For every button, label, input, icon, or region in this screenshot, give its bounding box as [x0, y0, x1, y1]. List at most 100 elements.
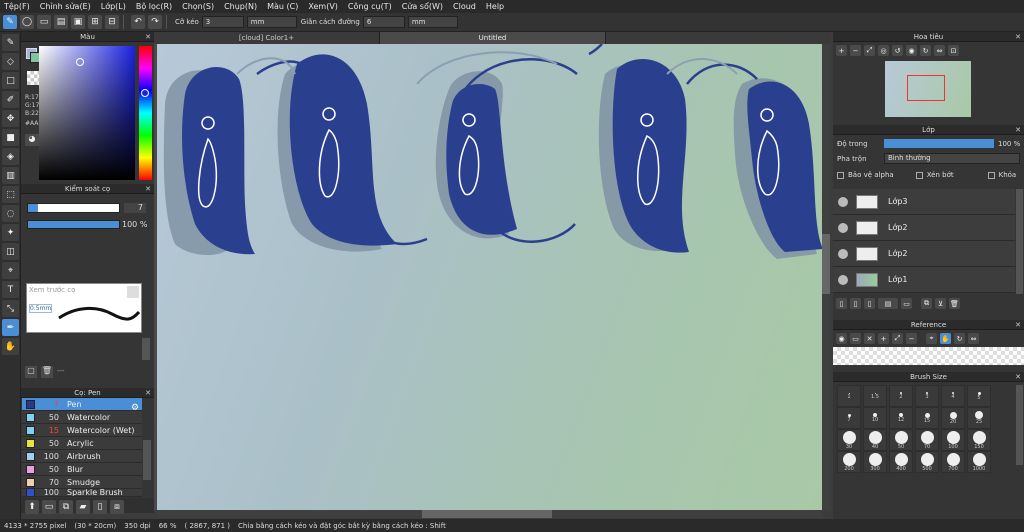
brush-control-scrollbar[interactable] [142, 338, 150, 360]
menu-cloud[interactable]: Cloud [453, 2, 476, 11]
reference-view[interactable] [833, 347, 1024, 365]
grid-icon[interactable]: ⊟ [105, 15, 119, 29]
brush-size-cell[interactable]: 200 [837, 451, 861, 473]
brush-size-cell[interactable]: 10 [863, 407, 887, 429]
brush-add-icon[interactable]: ⬆ [25, 500, 39, 514]
new-layer-icon[interactable]: ▯ [836, 298, 847, 309]
brush-item-watercolor-wet[interactable]: 15 Watercolor (Wet) [22, 424, 142, 437]
brush-size-cell[interactable]: 500 [915, 451, 939, 473]
brush-size-cell[interactable]: 1 [837, 385, 861, 407]
brush-icon[interactable]: ✎ [2, 34, 19, 51]
layer-row-2b[interactable]: Lớp2 [833, 241, 1015, 267]
brush-list-scrollbar[interactable] [143, 440, 151, 480]
rect-icon[interactable]: ■ [2, 129, 19, 146]
select-icon[interactable]: □ [2, 72, 19, 89]
new-layer-3-icon[interactable]: ▯ [864, 298, 875, 309]
brush-size-cell[interactable]: 400 [889, 451, 913, 473]
zoom-out-icon[interactable]: − [850, 45, 861, 56]
rotate-right-icon[interactable]: ↻ [920, 45, 931, 56]
brush-size-cell[interactable]: 30 [837, 429, 861, 451]
menu-window[interactable]: Cửa sổ(W) [402, 2, 443, 11]
redo-icon[interactable]: ↷ [148, 15, 162, 29]
color-field[interactable] [39, 46, 135, 180]
brush-size-scrollbar[interactable] [1016, 385, 1023, 465]
menu-view[interactable]: Xem(V) [308, 2, 338, 11]
menu-edit[interactable]: Chỉnh sửa(E) [40, 2, 91, 11]
brush-size-cell[interactable]: 7 [837, 407, 861, 429]
eyedropper-icon[interactable]: ⌖ [2, 262, 19, 279]
close-icon[interactable]: ✕ [1015, 125, 1021, 135]
blend-select[interactable]: Bình thường [884, 153, 1020, 164]
brush-opacity-slider[interactable] [27, 220, 120, 229]
brush-size-cell[interactable]: 3 [915, 385, 939, 407]
brush-size-cell[interactable]: 100 [941, 429, 965, 451]
frame-icon[interactable]: ▣ [71, 15, 85, 29]
protect-alpha-checkbox[interactable] [837, 171, 844, 179]
layer-row-1[interactable]: Lớp1 [833, 267, 1015, 293]
brush-item-blur[interactable]: 50 Blur [22, 463, 142, 476]
ref-zoom-out-icon[interactable]: − [906, 333, 917, 344]
visibility-icon[interactable] [838, 248, 848, 259]
text-icon[interactable]: T [2, 281, 19, 298]
ref-fit-icon[interactable]: ⤢ [892, 333, 903, 344]
lock-checkbox[interactable] [987, 171, 995, 179]
hue-slider[interactable] [139, 46, 152, 180]
ref-close-icon[interactable]: ✕ [864, 333, 875, 344]
fill-icon[interactable]: ◈ [2, 148, 19, 165]
navigator-viewport[interactable] [907, 75, 945, 101]
zoom-in-icon[interactable]: + [836, 45, 847, 56]
fullscreen-icon[interactable]: ⊡ [948, 45, 959, 56]
brush-size-cell[interactable]: 40 [863, 429, 887, 451]
trash-icon[interactable]: 🗑 [41, 366, 53, 378]
visibility-icon[interactable] [838, 196, 848, 207]
lasso-icon[interactable]: ⬚ [2, 186, 19, 203]
brush-size-cell[interactable]: 300 [863, 451, 887, 473]
layer-row-3[interactable]: Lớp3 [833, 189, 1015, 215]
transform-icon[interactable]: ⤡ [2, 300, 19, 317]
new-layer-alt-icon[interactable]: ▯ [850, 298, 861, 309]
move-icon[interactable]: ✥ [2, 110, 19, 127]
brush-size-cell[interactable]: 2 [889, 385, 913, 407]
close-icon[interactable]: ✕ [145, 184, 151, 194]
select-eraser-icon[interactable]: ◫ [2, 243, 19, 260]
brush-item-acrylic[interactable]: 50 Acrylic [22, 437, 142, 450]
brush-item-sparkle[interactable]: 100 Sparkle Brush [22, 489, 142, 497]
magic-wand-icon[interactable]: ✦ [2, 224, 19, 241]
brush-size-cell[interactable]: 20 [941, 407, 965, 429]
ref-camera-icon[interactable]: ◉ [836, 333, 847, 344]
hand-icon[interactable]: ✋ [2, 338, 19, 355]
canvas-horizontal-thumb[interactable] [422, 510, 552, 518]
reset-rotate-icon[interactable]: ◉ [906, 45, 917, 56]
rotate-left-icon[interactable]: ↺ [892, 45, 903, 56]
layer-scrollbar[interactable] [1016, 189, 1023, 294]
visibility-icon[interactable] [838, 274, 848, 285]
hue-slider-handle[interactable] [141, 89, 149, 97]
spacing-input[interactable]: 6 [362, 16, 405, 28]
panel-icon[interactable]: ▤ [54, 15, 68, 29]
preview-toggle-icon[interactable] [127, 286, 139, 298]
spacing-unit-select[interactable]: mm [407, 16, 458, 28]
tab-untitled[interactable]: Untitled [380, 32, 606, 44]
visibility-icon[interactable] [838, 222, 848, 233]
menu-filter[interactable]: Bộ lọc(R) [136, 2, 172, 11]
menu-select[interactable]: Chọn(S) [182, 2, 214, 11]
close-icon[interactable]: ✕ [145, 388, 151, 398]
menu-color[interactable]: Màu (C) [267, 2, 298, 11]
brush-size-cell[interactable]: 70 [915, 429, 939, 451]
brush-size-value[interactable]: 7 [124, 203, 146, 213]
layer-opacity-slider[interactable] [884, 139, 994, 148]
pen-icon[interactable]: ✐ [2, 91, 19, 108]
ruler-icon[interactable]: ⊞ [88, 15, 102, 29]
brush-item-smudge[interactable]: 70 Smudge [22, 476, 142, 489]
flip-icon[interactable]: ⇔ [934, 45, 945, 56]
close-icon[interactable]: ✕ [1015, 32, 1021, 42]
brush-file-icon[interactable]: ▯ [93, 500, 107, 514]
eraser-icon[interactable]: ◇ [2, 53, 19, 70]
ref-eyedropper-icon[interactable]: ⌖ [926, 333, 937, 344]
menu-file[interactable]: Tệp(F) [4, 2, 30, 11]
brush-size-cell[interactable]: 4 [941, 385, 965, 407]
palette-icon[interactable]: ◕ [25, 134, 39, 146]
brush-size-cell[interactable]: 15 [915, 407, 939, 429]
new-brush-icon[interactable]: ▢ [25, 366, 37, 378]
comment-icon[interactable]: ▭ [37, 15, 51, 29]
